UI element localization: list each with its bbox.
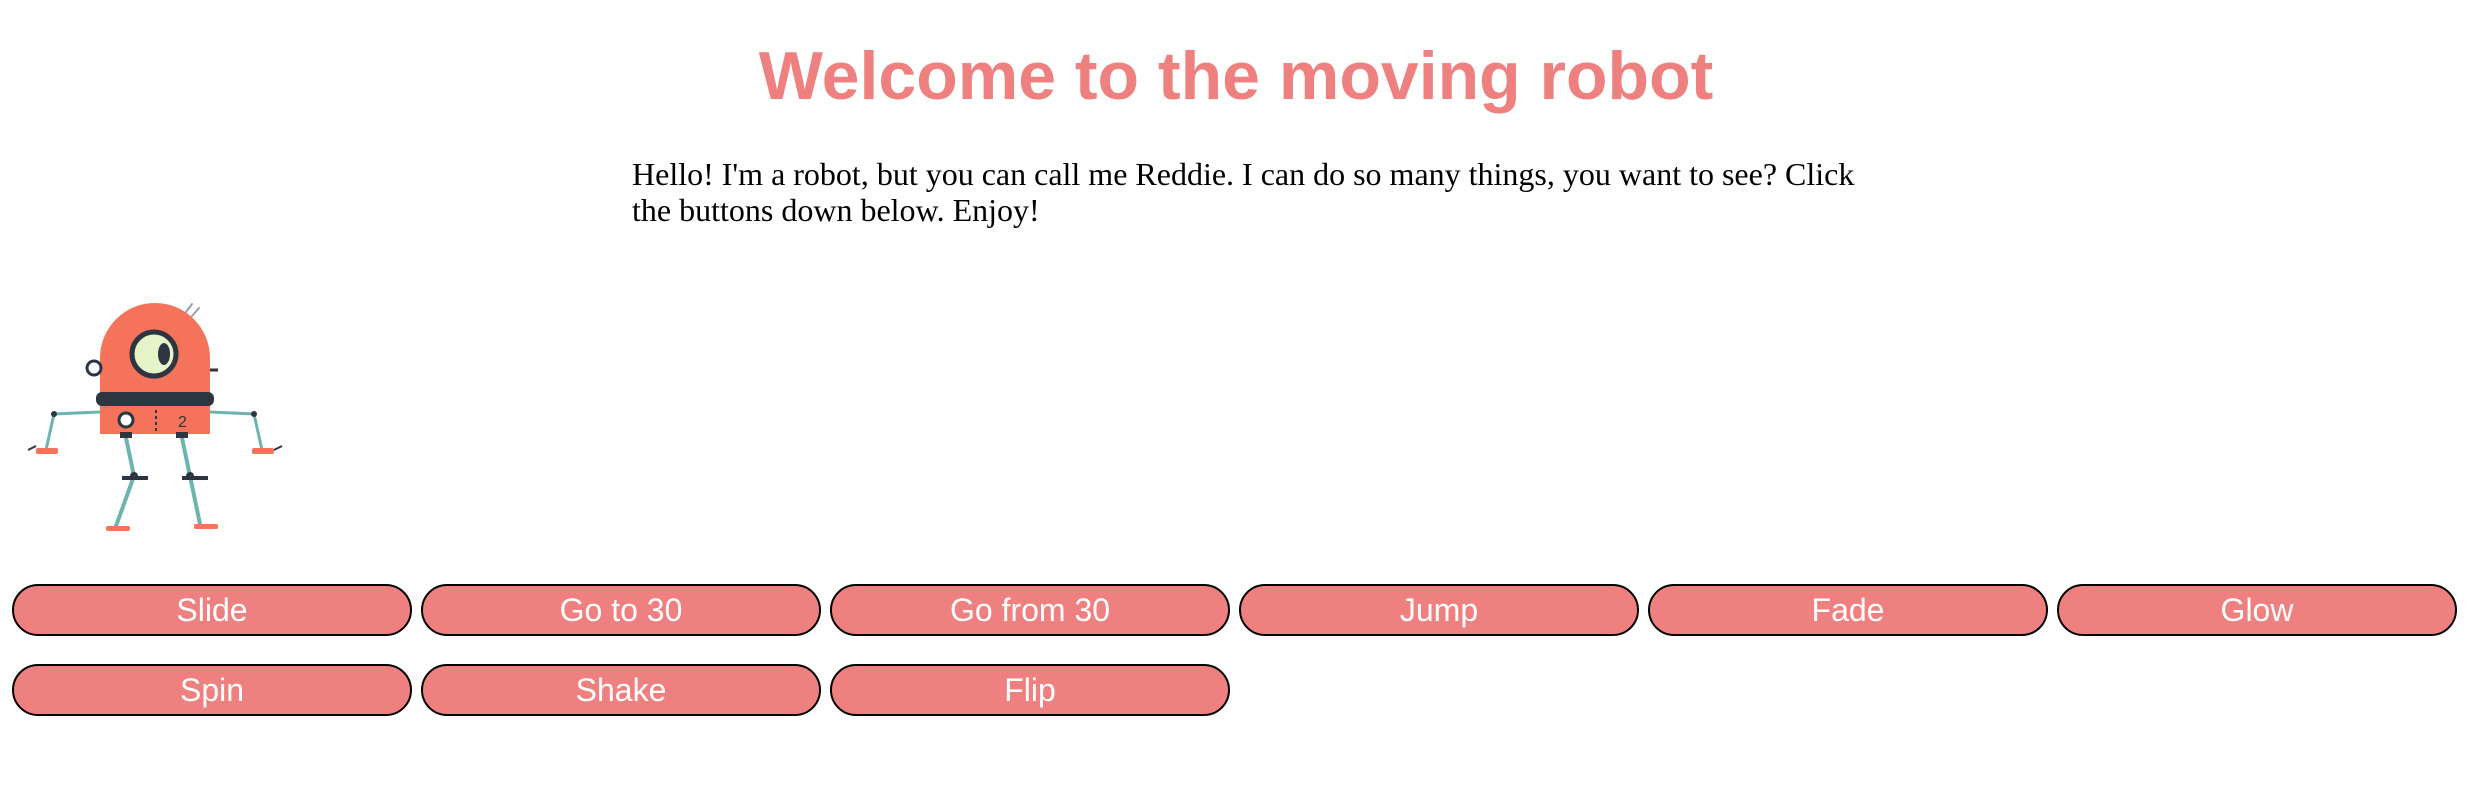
robot-icon: 2 [27, 303, 283, 531]
page-title: Welcome to the moving robot [758, 38, 1714, 114]
glow-button[interactable]: Glow [2057, 584, 2457, 636]
robot-hands [36, 448, 274, 454]
shake-button[interactable]: Shake [421, 664, 821, 716]
flip-button[interactable]: Flip [830, 664, 1230, 716]
robot-badge: 2 [178, 414, 187, 431]
go-to-30-button[interactable]: Go to 30 [421, 584, 821, 636]
animation-controls: Slide Go to 30 Go from 30 Jump Fade Glow… [12, 584, 2457, 716]
slide-button[interactable]: Slide [12, 584, 412, 636]
intro-text: Hello! I'm a robot, but you can call me … [632, 156, 1855, 228]
fade-button[interactable]: Fade [1648, 584, 2048, 636]
robot-legs [114, 436, 202, 528]
spin-button[interactable]: Spin [12, 664, 412, 716]
go-from-30-button[interactable]: Go from 30 [830, 584, 1230, 636]
robot-band [96, 392, 214, 406]
jump-button[interactable]: Jump [1239, 584, 1639, 636]
